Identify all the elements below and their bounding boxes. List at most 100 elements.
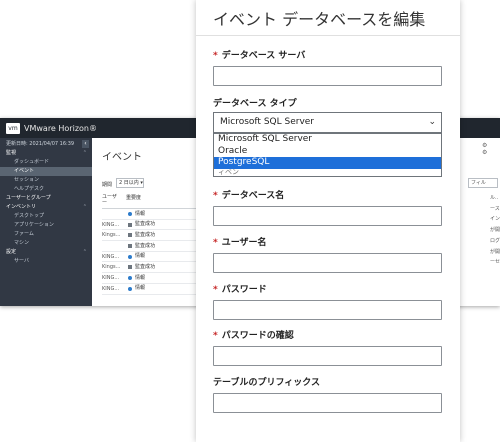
user-cell [102, 209, 122, 219]
server-label: * データベース サーバ [213, 48, 305, 61]
dropdown-options: Microsoft SQL Server Oracle PostgreSQL [214, 134, 441, 170]
last-updated-text: 更新日時: 2021/04/07 16:39 [6, 141, 75, 147]
required-mark: * [213, 238, 218, 248]
sidebar-item[interactable]: アプリケーション [0, 221, 92, 230]
sidebar-item-label: ダッシュボード [14, 159, 50, 165]
database-type-dropdown: Microsoft SQL Server Oracle PostgreSQL ィベン [213, 133, 442, 177]
table-row[interactable]: Kings... 監査成功 [102, 230, 202, 242]
event-message-text: ル.. [490, 195, 499, 201]
user-cell: KING... [102, 253, 120, 260]
user-label: * ユーザー名 [213, 235, 267, 248]
severity-cell: 監査成功 [122, 220, 155, 230]
severity-text: 情報 [135, 210, 146, 217]
filter-input[interactable]: フィル [468, 178, 498, 188]
sidebar-item[interactable]: ダッシュボード [0, 158, 92, 167]
database-type-selected: Microsoft SQL Server [220, 117, 315, 127]
table-row[interactable]: Kings... 監査成功 [102, 262, 202, 274]
severity-cell: 監査成功 [122, 241, 155, 251]
severity-text: 情報 [135, 285, 146, 292]
severity-text: 監査成功 [135, 242, 156, 249]
sidebar-item-label: ファーム [14, 231, 34, 237]
sidebar-item-label: ユーザーとグループ [6, 195, 51, 201]
column-header-user[interactable]: ユーザ ー [102, 192, 122, 208]
sidebar-item[interactable]: イベント [0, 167, 92, 176]
required-mark: * [213, 191, 218, 201]
user-cell: Kings... [102, 232, 121, 239]
password-input[interactable] [213, 300, 442, 320]
sidebar-item[interactable]: ヘルプデスク [0, 185, 92, 194]
event-message-text: ログオフし [490, 237, 500, 244]
sidebar-section[interactable]: 設定 ⌃ [0, 248, 92, 257]
user-cell: KING... [102, 285, 120, 292]
collapse-sidebar-icon[interactable]: ‹ [82, 139, 89, 148]
chevron-up-icon[interactable]: ⌃ [83, 248, 87, 257]
chevron-down-icon: ⌄ [428, 117, 436, 127]
database-name-input[interactable] [213, 206, 442, 226]
table-row[interactable]: 監査成功 [102, 241, 202, 252]
table-prefix-label: テーブルのプリフィックス [213, 378, 321, 388]
period-label: 期間 [102, 182, 113, 188]
severity-cell: 情報 [122, 284, 145, 294]
sidebar-item-label: イベント [14, 168, 35, 174]
sidebar-item-label: インベントリ [6, 204, 37, 210]
severity-cell: 情報 [122, 209, 145, 219]
table-row[interactable]: KING... 情報 [102, 273, 202, 284]
sidebar-section[interactable]: インベントリ ⌃ [0, 203, 92, 212]
settings-icons[interactable]: ⚙ ⚙ [482, 142, 500, 156]
sidebar-item[interactable]: マシン [0, 239, 92, 248]
sidebar-section[interactable]: ユーザーとグループ [0, 194, 92, 203]
chevron-up-icon[interactable]: ⌃ [83, 203, 87, 212]
table-row[interactable]: KING... 情報 [102, 252, 202, 263]
severity-cell: 監査成功 [122, 262, 155, 272]
chevron-up-icon[interactable]: ⌃ [83, 149, 87, 158]
audit-success-icon [128, 243, 132, 248]
user-cell: KING... [102, 221, 120, 228]
period-select[interactable]: 2 日以内 ▾ [116, 178, 144, 188]
table-row[interactable]: 情報 [102, 209, 202, 220]
severity-text: 監査成功 [135, 231, 156, 238]
db-name-label-text: データベース名 [221, 191, 285, 201]
table-prefix-input[interactable] [213, 393, 442, 413]
dropdown-option[interactable]: PostgreSQL [214, 157, 441, 170]
password-confirm-input[interactable] [213, 346, 442, 366]
vmware-logo: vm [6, 122, 20, 134]
dropdown-clipped-text: ィベン [218, 169, 239, 176]
sidebar-item[interactable]: デスクトップ [0, 212, 92, 221]
sidebar-item-label: セッション [14, 177, 40, 183]
events-table-body: 情報 KING... 監査成功 Kings... 監査成功 監査成功 KING... 情報 Ki… [102, 209, 202, 295]
severity-text: 監査成功 [135, 263, 156, 270]
required-mark: * [213, 331, 218, 341]
sidebar-item-label: サーバ [14, 258, 29, 264]
info-icon [128, 286, 132, 291]
events-table: ユーザ ー 重要度 情報 KING... 監査成功 Kings... 監査成功 監査成功 K… [102, 192, 202, 295]
dropdown-option[interactable]: Oracle [214, 146, 441, 158]
database-type-select[interactable]: Microsoft SQL Server ⌄ [213, 112, 442, 133]
sidebar-item[interactable]: セッション [0, 176, 92, 185]
password-label: * パスワード [213, 282, 267, 295]
database-server-input[interactable] [213, 66, 442, 86]
db-type-label: データベース タイプ [213, 99, 297, 109]
sidebar-item-label: マシン [14, 240, 30, 246]
sidebar-item-label: デスクトップ [14, 213, 45, 219]
audit-success-icon [128, 233, 132, 238]
severity-text: 監査成功 [135, 221, 156, 228]
sidebar-nav: 監視 ⌃ ダッシュボード イベント セッション ヘルプデスク ユーザーとグループ インベントリ… [0, 149, 92, 266]
db-name-label: * データベース名 [213, 188, 284, 201]
dialog-title: イベント データベースを編集 [196, 0, 460, 36]
required-mark: * [213, 51, 218, 61]
username-input[interactable] [213, 253, 442, 273]
column-header-severity[interactable]: 重要度 [122, 192, 141, 208]
table-row[interactable]: KING... 情報 [102, 284, 202, 295]
sidebar-section[interactable]: 監視 ⌃ [0, 149, 92, 158]
dropdown-option[interactable]: Microsoft SQL Server [214, 134, 441, 146]
severity-cell: 情報 [122, 273, 145, 283]
sidebar-item-label: ヘルプデスク [14, 186, 45, 192]
sidebar-item[interactable]: ファーム [0, 230, 92, 239]
password-confirm-label: * パスワードの確認 [213, 328, 294, 341]
user-cell: KING... [102, 275, 120, 282]
table-row[interactable]: KING... 監査成功 [102, 220, 202, 231]
sidebar-item-label: アプリケーション [14, 222, 54, 228]
severity-cell: 情報 [122, 252, 145, 262]
user-label-text: ユーザー名 [221, 238, 267, 248]
sidebar-item[interactable]: サーバ [0, 257, 92, 266]
